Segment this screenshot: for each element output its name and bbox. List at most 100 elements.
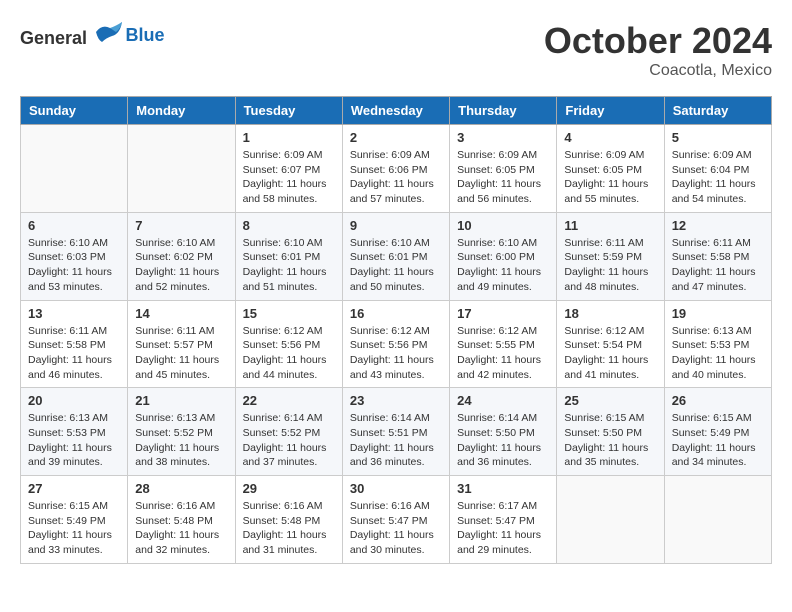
page-header: General Blue October 2024 Coacotla, Mexi… [20, 20, 772, 80]
day-number: 30 [350, 481, 442, 496]
day-number: 12 [672, 218, 764, 233]
day-info: Sunrise: 6:16 AM Sunset: 5:48 PM Dayligh… [243, 499, 335, 558]
day-number: 13 [28, 306, 120, 321]
day-number: 17 [457, 306, 549, 321]
table-row: 20 Sunrise: 6:13 AM Sunset: 5:53 PM Dayli… [21, 388, 128, 476]
day-number: 20 [28, 393, 120, 408]
day-number: 28 [135, 481, 227, 496]
day-info: Sunrise: 6:14 AM Sunset: 5:50 PM Dayligh… [457, 411, 549, 470]
table-row: 4 Sunrise: 6:09 AM Sunset: 6:05 PM Daylig… [557, 125, 664, 213]
table-row: 29 Sunrise: 6:16 AM Sunset: 5:48 PM Dayli… [235, 476, 342, 564]
day-info: Sunrise: 6:10 AM Sunset: 6:00 PM Dayligh… [457, 236, 549, 295]
table-row: 12Sunrise: 6:11 AM Sunset: 5:58 PM Dayli… [664, 212, 771, 300]
day-number: 26 [672, 393, 764, 408]
day-info: Sunrise: 6:09 AM Sunset: 6:04 PM Dayligh… [672, 148, 764, 207]
table-row: 8 Sunrise: 6:10 AM Sunset: 6:01 PM Daylig… [235, 212, 342, 300]
table-row: 10Sunrise: 6:10 AM Sunset: 6:00 PM Dayli… [450, 212, 557, 300]
header-wednesday: Wednesday [342, 97, 449, 125]
table-row: 19 Sunrise: 6:13 AM Sunset: 5:53 PM Dayli… [664, 300, 771, 388]
table-row: 3 Sunrise: 6:09 AM Sunset: 6:05 PM Daylig… [450, 125, 557, 213]
day-info: Sunrise: 6:13 AM Sunset: 5:53 PM Dayligh… [28, 411, 120, 470]
day-number: 6 [28, 218, 120, 233]
header-row: Sunday Monday Tuesday Wednesday Thursday… [21, 97, 772, 125]
day-info: Sunrise: 6:09 AM Sunset: 6:05 PM Dayligh… [564, 148, 656, 207]
table-row: 5 Sunrise: 6:09 AM Sunset: 6:04 PM Daylig… [664, 125, 771, 213]
day-info: Sunrise: 6:17 AM Sunset: 5:47 PM Dayligh… [457, 499, 549, 558]
day-info: Sunrise: 6:11 AM Sunset: 5:57 PM Dayligh… [135, 324, 227, 383]
table-row: 2 Sunrise: 6:09 AM Sunset: 6:06 PM Daylig… [342, 125, 449, 213]
day-number: 24 [457, 393, 549, 408]
table-row: 17 Sunrise: 6:12 AM Sunset: 5:55 PM Dayli… [450, 300, 557, 388]
header-saturday: Saturday [664, 97, 771, 125]
day-number: 2 [350, 130, 442, 145]
day-info: Sunrise: 6:13 AM Sunset: 5:53 PM Dayligh… [672, 324, 764, 383]
table-row: 13Sunrise: 6:11 AM Sunset: 5:58 PM Dayli… [21, 300, 128, 388]
day-info: Sunrise: 6:15 AM Sunset: 5:49 PM Dayligh… [672, 411, 764, 470]
table-row: 18 Sunrise: 6:12 AM Sunset: 5:54 PM Dayli… [557, 300, 664, 388]
day-info: Sunrise: 6:09 AM Sunset: 6:06 PM Dayligh… [350, 148, 442, 207]
table-row: 22 Sunrise: 6:14 AM Sunset: 5:52 PM Dayli… [235, 388, 342, 476]
table-row: 1 Sunrise: 6:09 AM Sunset: 6:07 PM Daylig… [235, 125, 342, 213]
location-subtitle: Coacotla, Mexico [544, 62, 772, 80]
day-number: 29 [243, 481, 335, 496]
table-row: 28 Sunrise: 6:16 AM Sunset: 5:48 PM Dayli… [128, 476, 235, 564]
day-number: 31 [457, 481, 549, 496]
day-info: Sunrise: 6:10 AM Sunset: 6:01 PM Dayligh… [243, 236, 335, 295]
day-number: 3 [457, 130, 549, 145]
logo-bird-icon [94, 20, 124, 44]
day-info: Sunrise: 6:10 AM Sunset: 6:03 PM Dayligh… [28, 236, 120, 295]
day-number: 22 [243, 393, 335, 408]
day-info: Sunrise: 6:14 AM Sunset: 5:51 PM Dayligh… [350, 411, 442, 470]
table-row [664, 476, 771, 564]
table-row: 9 Sunrise: 6:10 AM Sunset: 6:01 PM Daylig… [342, 212, 449, 300]
title-area: October 2024 Coacotla, Mexico [544, 20, 772, 80]
day-info: Sunrise: 6:16 AM Sunset: 5:47 PM Dayligh… [350, 499, 442, 558]
table-row: 16 Sunrise: 6:12 AM Sunset: 5:56 PM Dayli… [342, 300, 449, 388]
day-info: Sunrise: 6:16 AM Sunset: 5:48 PM Dayligh… [135, 499, 227, 558]
table-row [21, 125, 128, 213]
day-number: 1 [243, 130, 335, 145]
day-info: Sunrise: 6:12 AM Sunset: 5:54 PM Dayligh… [564, 324, 656, 383]
table-row: 24 Sunrise: 6:14 AM Sunset: 5:50 PM Dayli… [450, 388, 557, 476]
day-number: 21 [135, 393, 227, 408]
day-number: 8 [243, 218, 335, 233]
table-row: 31 Sunrise: 6:17 AM Sunset: 5:47 PM Dayli… [450, 476, 557, 564]
header-tuesday: Tuesday [235, 97, 342, 125]
day-number: 11 [564, 218, 656, 233]
day-info: Sunrise: 6:09 AM Sunset: 6:07 PM Dayligh… [243, 148, 335, 207]
logo-general: General [20, 28, 87, 48]
table-row: 6 Sunrise: 6:10 AM Sunset: 6:03 PM Daylig… [21, 212, 128, 300]
calendar-table: Sunday Monday Tuesday Wednesday Thursday… [20, 96, 772, 564]
logo: General Blue [20, 20, 165, 49]
header-thursday: Thursday [450, 97, 557, 125]
calendar-header: Sunday Monday Tuesday Wednesday Thursday… [21, 97, 772, 125]
table-row [557, 476, 664, 564]
calendar-body: 1 Sunrise: 6:09 AM Sunset: 6:07 PM Daylig… [21, 125, 772, 564]
day-number: 7 [135, 218, 227, 233]
table-row: 21 Sunrise: 6:13 AM Sunset: 5:52 PM Dayli… [128, 388, 235, 476]
header-monday: Monday [128, 97, 235, 125]
day-info: Sunrise: 6:11 AM Sunset: 5:59 PM Dayligh… [564, 236, 656, 295]
day-number: 25 [564, 393, 656, 408]
day-number: 18 [564, 306, 656, 321]
day-number: 4 [564, 130, 656, 145]
day-info: Sunrise: 6:15 AM Sunset: 5:50 PM Dayligh… [564, 411, 656, 470]
table-row: 27Sunrise: 6:15 AM Sunset: 5:49 PM Dayli… [21, 476, 128, 564]
table-row: 26 Sunrise: 6:15 AM Sunset: 5:49 PM Dayli… [664, 388, 771, 476]
table-row: 25 Sunrise: 6:15 AM Sunset: 5:50 PM Dayli… [557, 388, 664, 476]
day-info: Sunrise: 6:14 AM Sunset: 5:52 PM Dayligh… [243, 411, 335, 470]
table-row [128, 125, 235, 213]
day-info: Sunrise: 6:10 AM Sunset: 6:01 PM Dayligh… [350, 236, 442, 295]
logo-blue: Blue [126, 25, 165, 45]
day-number: 16 [350, 306, 442, 321]
day-info: Sunrise: 6:12 AM Sunset: 5:55 PM Dayligh… [457, 324, 549, 383]
day-number: 5 [672, 130, 764, 145]
day-info: Sunrise: 6:09 AM Sunset: 6:05 PM Dayligh… [457, 148, 549, 207]
day-info: Sunrise: 6:12 AM Sunset: 5:56 PM Dayligh… [350, 324, 442, 383]
table-row: 30 Sunrise: 6:16 AM Sunset: 5:47 PM Dayli… [342, 476, 449, 564]
day-number: 15 [243, 306, 335, 321]
day-number: 19 [672, 306, 764, 321]
month-title: October 2024 [544, 20, 772, 62]
day-number: 9 [350, 218, 442, 233]
day-info: Sunrise: 6:13 AM Sunset: 5:52 PM Dayligh… [135, 411, 227, 470]
